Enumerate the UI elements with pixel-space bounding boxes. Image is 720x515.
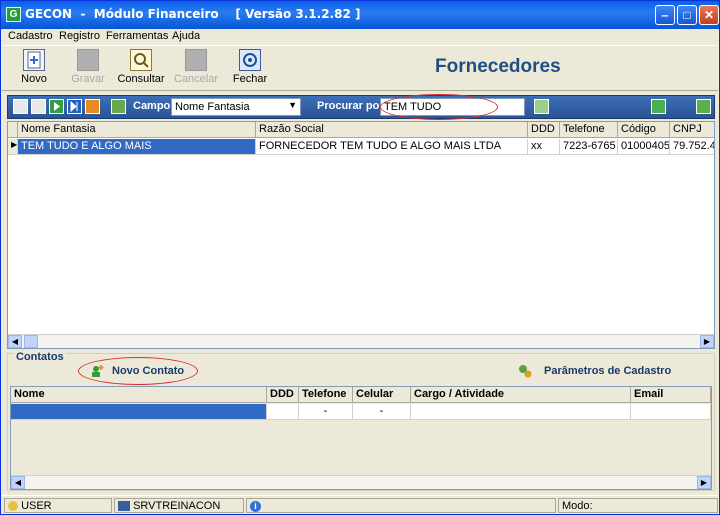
status-info: i xyxy=(246,498,556,513)
col-ddd[interactable]: DDD xyxy=(528,122,560,138)
contatos-grid[interactable]: Nome DDD Telefone Celular Cargo / Ativid… xyxy=(10,386,712,490)
scroll-right-icon[interactable]: ▶ xyxy=(697,476,711,489)
col-nome-fantasia[interactable]: Nome Fantasia xyxy=(18,122,256,138)
search-bar: Campo Nome Fantasia ▼ Procurar por: TEM … xyxy=(7,94,715,120)
user-icon xyxy=(8,501,18,512)
contatos-panel: Contatos Novo Contato Parâmetros de Cada… xyxy=(7,351,715,491)
col-nome[interactable]: Nome xyxy=(11,387,267,403)
consultar-label: Consultar xyxy=(117,73,165,85)
novo-label: Novo xyxy=(21,73,47,85)
col-contato-ddd[interactable]: DDD xyxy=(267,387,299,403)
contato-cell-nome[interactable] xyxy=(11,404,267,420)
contato-cell-email[interactable] xyxy=(631,404,711,420)
menu-ferramentas[interactable]: Ferramentas xyxy=(106,30,168,42)
search-icon[interactable] xyxy=(534,99,549,114)
app-window: G GECON - Módulo Financeiro [ Versão 3.1… xyxy=(0,0,720,515)
close-button[interactable]: ✕ xyxy=(699,5,719,25)
col-contato-celular[interactable]: Celular xyxy=(353,387,411,403)
menu-registro[interactable]: Registro xyxy=(59,30,100,42)
edit-icon[interactable] xyxy=(111,99,126,114)
refresh-button[interactable] xyxy=(85,99,100,114)
app-logo-icon: G xyxy=(6,7,21,22)
cancelar-button[interactable]: Cancelar xyxy=(171,49,221,89)
cell-codigo[interactable]: 01000405 xyxy=(618,139,670,155)
minimize-button[interactable]: ‒ xyxy=(655,5,675,25)
toolbar: Novo Gravar Consultar Cancelar Fechar Fo… xyxy=(2,45,718,91)
cell-razao-social[interactable]: FORNECEDOR TEM TUDO E ALGO MAIS LTDA xyxy=(256,139,528,155)
fechar-button[interactable]: Fechar xyxy=(225,49,275,89)
contato-cell-ddd[interactable] xyxy=(267,404,299,420)
cell-nome-fantasia[interactable]: TEM TUDO E ALGO MAIS xyxy=(18,139,256,155)
parametros-cadastro-button[interactable]: Parâmetros de Cadastro xyxy=(518,363,678,381)
campo-value: Nome Fantasia xyxy=(175,101,250,113)
scroll-left-icon[interactable]: ◀ xyxy=(11,476,25,489)
col-razao-social[interactable]: Razão Social xyxy=(256,122,528,138)
chevron-down-icon: ▼ xyxy=(288,100,297,110)
nav-last-button[interactable] xyxy=(67,99,82,114)
gravar-label: Gravar xyxy=(71,73,105,85)
cell-cnpj[interactable]: 79.752.48 xyxy=(670,139,714,155)
col-cnpj[interactable]: CNPJ xyxy=(670,122,714,138)
campo-select[interactable]: Nome Fantasia ▼ xyxy=(171,98,301,116)
menu-bar: Cadastro Registro Ferramentas Ajuda xyxy=(2,29,718,45)
row-indicator-header xyxy=(8,122,18,138)
menu-cadastro[interactable]: Cadastro xyxy=(8,30,53,42)
col-email[interactable]: Email xyxy=(631,387,711,403)
col-cargo[interactable]: Cargo / Atividade xyxy=(411,387,631,403)
cancel-icon xyxy=(185,49,207,71)
new-document-icon xyxy=(23,49,45,71)
form-title: Fornecedores xyxy=(435,56,561,77)
nav-first-button[interactable] xyxy=(13,99,28,114)
col-codigo[interactable]: Código xyxy=(618,122,670,138)
scroll-left-icon[interactable]: ◀ xyxy=(8,335,22,348)
consultar-button[interactable]: Consultar xyxy=(116,49,166,89)
fechar-label: Fechar xyxy=(232,73,268,85)
cell-telefone[interactable]: 7223-6765 xyxy=(560,139,618,155)
sum-icon[interactable] xyxy=(696,99,711,114)
save-icon xyxy=(77,49,99,71)
campo-label: Campo xyxy=(133,100,171,112)
status-modo-label: Modo: xyxy=(562,500,593,512)
contato-cell-telefone[interactable]: - xyxy=(299,404,353,420)
status-bar: USER SRVTREINACON i Modo: xyxy=(2,495,718,514)
close-power-icon xyxy=(239,49,261,71)
fornecedores-grid[interactable]: Nome Fantasia Razão Social DDD Telefone … xyxy=(7,121,715,349)
col-telefone[interactable]: Telefone xyxy=(560,122,618,138)
highlight-ellipse xyxy=(380,94,498,120)
filter-icon[interactable] xyxy=(651,99,666,114)
contatos-legend: Contatos xyxy=(14,351,66,363)
row-indicator: ▶ xyxy=(8,139,18,155)
parametros-label: Parâmetros de Cadastro xyxy=(544,365,672,377)
gravar-button[interactable]: Gravar xyxy=(63,49,113,89)
highlight-ellipse-novo-contato xyxy=(78,357,198,385)
menu-ajuda[interactable]: Ajuda xyxy=(172,30,200,42)
procurar-label: Procurar por: xyxy=(317,100,388,112)
col-contato-telefone[interactable]: Telefone xyxy=(299,387,353,403)
maximize-button[interactable]: □ xyxy=(677,5,697,25)
status-server: SRVTREINACON xyxy=(114,498,244,513)
horizontal-scrollbar[interactable]: ◀ ▶ xyxy=(8,334,714,348)
info-icon: i xyxy=(250,501,261,512)
nav-prev-button[interactable] xyxy=(31,99,46,114)
window-title: GECON - Módulo Financeiro [ Versão 3.1.2… xyxy=(25,7,361,21)
novo-button[interactable]: Novo xyxy=(9,49,59,89)
status-user-label: USER xyxy=(21,500,52,512)
contato-cell-celular[interactable]: - xyxy=(353,404,411,420)
scroll-thumb[interactable] xyxy=(24,335,38,348)
cancelar-label: Cancelar xyxy=(173,73,219,85)
status-user: USER xyxy=(4,498,112,513)
nav-next-button[interactable] xyxy=(49,99,64,114)
gear-icon xyxy=(519,365,532,378)
server-icon xyxy=(118,501,130,512)
status-server-label: SRVTREINACON xyxy=(133,500,221,512)
title-bar[interactable]: G GECON - Módulo Financeiro [ Versão 3.1… xyxy=(1,1,719,29)
contatos-horizontal-scrollbar[interactable]: ◀ ▶ xyxy=(11,475,711,489)
cell-ddd[interactable]: xx xyxy=(528,139,560,155)
search-document-icon xyxy=(130,49,152,71)
contato-cell-cargo[interactable] xyxy=(411,404,631,420)
status-modo: Modo: xyxy=(558,498,718,513)
scroll-right-icon[interactable]: ▶ xyxy=(700,335,714,348)
